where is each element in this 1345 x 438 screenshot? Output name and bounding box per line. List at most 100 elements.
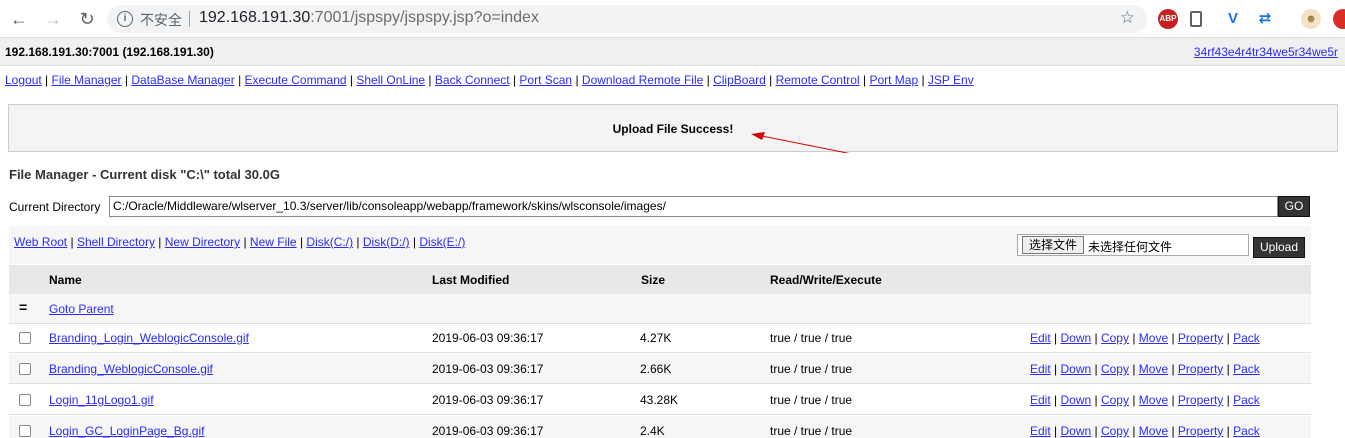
action-pack[interactable]: Pack	[1233, 424, 1260, 438]
back-icon[interactable]: ←	[8, 8, 30, 30]
url-text[interactable]: 192.168.191.30:7001/jspspy/jspspy.jsp?o=…	[199, 9, 539, 27]
quick-link-new-directory[interactable]: New Directory	[165, 235, 240, 249]
choose-file-button[interactable]: 选择文件	[1022, 236, 1085, 254]
action-property[interactable]: Property	[1178, 424, 1223, 438]
action-separator: |	[1050, 424, 1061, 438]
last-modified: 2019-06-03 09:36:17	[432, 393, 544, 407]
menu-item-jsp-env[interactable]: JSP Env	[928, 73, 974, 87]
action-separator: |	[1091, 331, 1101, 345]
action-separator: |	[1223, 331, 1234, 345]
link-separator: |	[67, 235, 77, 249]
quick-link-web-root[interactable]: Web Root	[14, 235, 67, 249]
go-button[interactable]: GO	[1278, 196, 1310, 217]
action-down[interactable]: Down	[1060, 393, 1091, 407]
action-separator: |	[1223, 362, 1234, 376]
action-move[interactable]: Move	[1139, 331, 1168, 345]
file-name-link[interactable]: Branding_WeblogicConsole.gif	[49, 362, 213, 376]
sync-icon[interactable]: ⇄	[1255, 9, 1275, 29]
menu-item-shell-online[interactable]: Shell OnLine	[356, 73, 425, 87]
action-separator: |	[1128, 424, 1139, 438]
menu-item-back-connect[interactable]: Back Connect	[435, 73, 510, 87]
bookmark-star-icon[interactable]: ☆	[1120, 8, 1135, 28]
menu-separator: |	[703, 73, 714, 87]
menu-item-file-manager[interactable]: File Manager	[52, 73, 122, 87]
action-edit[interactable]: Edit	[1030, 424, 1051, 438]
action-move[interactable]: Move	[1139, 362, 1168, 376]
host-label: 192.168.191.30:7001 (192.168.191.30)	[5, 45, 214, 59]
action-down[interactable]: Down	[1060, 331, 1091, 345]
table-row: Branding_Login_WeblogicConsole.gif 2019-0…	[9, 323, 1311, 353]
action-property[interactable]: Property	[1178, 393, 1223, 407]
action-copy[interactable]: Copy	[1101, 424, 1129, 438]
action-copy[interactable]: Copy	[1101, 362, 1129, 376]
action-property[interactable]: Property	[1178, 362, 1223, 376]
bookmark-icon[interactable]	[1190, 11, 1202, 27]
action-edit[interactable]: Edit	[1030, 331, 1051, 345]
action-separator: |	[1128, 331, 1139, 345]
file-name-link[interactable]: Login_11gLogo1.gif	[49, 393, 154, 407]
forward-icon[interactable]: →	[42, 8, 64, 30]
close-extension-icon[interactable]	[1333, 9, 1345, 29]
address-bar[interactable]: i 不安全 192.168.191.30:7001/jspspy/jspspy.…	[107, 5, 1147, 33]
v-extension-icon[interactable]: V	[1223, 9, 1243, 29]
info-icon[interactable]: i	[117, 11, 133, 27]
action-separator: |	[1050, 393, 1061, 407]
current-directory-input[interactable]: C:/Oracle/Middleware/wlserver_10.3/serve…	[109, 196, 1278, 217]
menu-item-remote-control[interactable]: Remote Control	[776, 73, 860, 87]
menu-separator: |	[572, 73, 582, 87]
hash-link[interactable]: 34rf43e4r4tr34we5r34we5r	[1194, 45, 1338, 59]
menu-item-port-scan[interactable]: Port Scan	[519, 73, 572, 87]
row-checkbox[interactable]	[19, 363, 31, 375]
action-separator: |	[1128, 393, 1139, 407]
action-down[interactable]: Down	[1060, 424, 1091, 438]
file-input[interactable]: 选择文件 未选择任何文件	[1017, 234, 1249, 256]
link-separator: |	[240, 235, 250, 249]
adblock-icon[interactable]: ABP	[1158, 9, 1178, 29]
action-copy[interactable]: Copy	[1101, 331, 1129, 345]
header-last-modified: Last Modified	[432, 273, 510, 287]
menu-item-execute-command[interactable]: Execute Command	[245, 73, 347, 87]
menu-item-logout[interactable]: Logout	[5, 73, 42, 87]
action-pack[interactable]: Pack	[1233, 331, 1260, 345]
menu-separator: |	[346, 73, 357, 87]
row-checkbox[interactable]	[19, 425, 31, 437]
browser-toolbar: ← → ↻ i 不安全 192.168.191.30:7001/jspspy/j…	[0, 0, 1345, 38]
table-row: Login_11gLogo1.gif 2019-06-03 09:36:17 43.…	[9, 385, 1311, 415]
goto-parent-link[interactable]: Goto Parent	[49, 302, 114, 316]
menu-separator: |	[121, 73, 132, 87]
quick-link-disk-d[interactable]: Disk(D:/)	[363, 235, 410, 249]
reload-icon[interactable]: ↻	[76, 8, 98, 30]
action-edit[interactable]: Edit	[1030, 362, 1051, 376]
action-pack[interactable]: Pack	[1233, 393, 1260, 407]
row-checkbox[interactable]	[19, 394, 31, 406]
action-move[interactable]: Move	[1139, 424, 1168, 438]
quick-link-new-file[interactable]: New File	[250, 235, 297, 249]
menu-item-database-manager[interactable]: DataBase Manager	[131, 73, 234, 87]
upload-button[interactable]: Upload	[1253, 237, 1305, 258]
menu-item-download-remote-file[interactable]: Download Remote File	[582, 73, 703, 87]
action-separator: |	[1091, 424, 1101, 438]
quick-link-disk-c[interactable]: Disk(C:/)	[306, 235, 353, 249]
menu-separator: |	[765, 73, 776, 87]
action-move[interactable]: Move	[1139, 393, 1168, 407]
action-edit[interactable]: Edit	[1030, 393, 1051, 407]
row-actions: Edit | Down | Copy | Move | Property | P…	[1030, 393, 1260, 407]
quick-link-shell-directory[interactable]: Shell Directory	[77, 235, 155, 249]
menu-item-clipboard[interactable]: ClipBoard	[713, 73, 766, 87]
action-down[interactable]: Down	[1060, 362, 1091, 376]
red-arrow-annotation	[751, 132, 850, 153]
action-separator: |	[1091, 393, 1101, 407]
row-checkbox[interactable]	[19, 332, 31, 344]
file-name-link[interactable]: Login_GC_LoginPage_Bg.gif	[49, 424, 204, 438]
last-modified: 2019-06-03 09:36:17	[432, 424, 544, 438]
menu-item-port-map[interactable]: Port Map	[869, 73, 918, 87]
quick-link-disk-e[interactable]: Disk(E:/)	[419, 235, 465, 249]
action-pack[interactable]: Pack	[1233, 362, 1260, 376]
file-name-link[interactable]: Branding_Login_WeblogicConsole.gif	[49, 331, 249, 345]
table-row: Branding_WeblogicConsole.gif 2019-06-03 0…	[9, 354, 1311, 384]
action-property[interactable]: Property	[1178, 331, 1223, 345]
header-name: Name	[49, 273, 82, 287]
avatar[interactable]: ☻	[1301, 9, 1321, 29]
host-bar: 192.168.191.30:7001 (192.168.191.30) 34r…	[0, 38, 1345, 66]
action-copy[interactable]: Copy	[1101, 393, 1129, 407]
